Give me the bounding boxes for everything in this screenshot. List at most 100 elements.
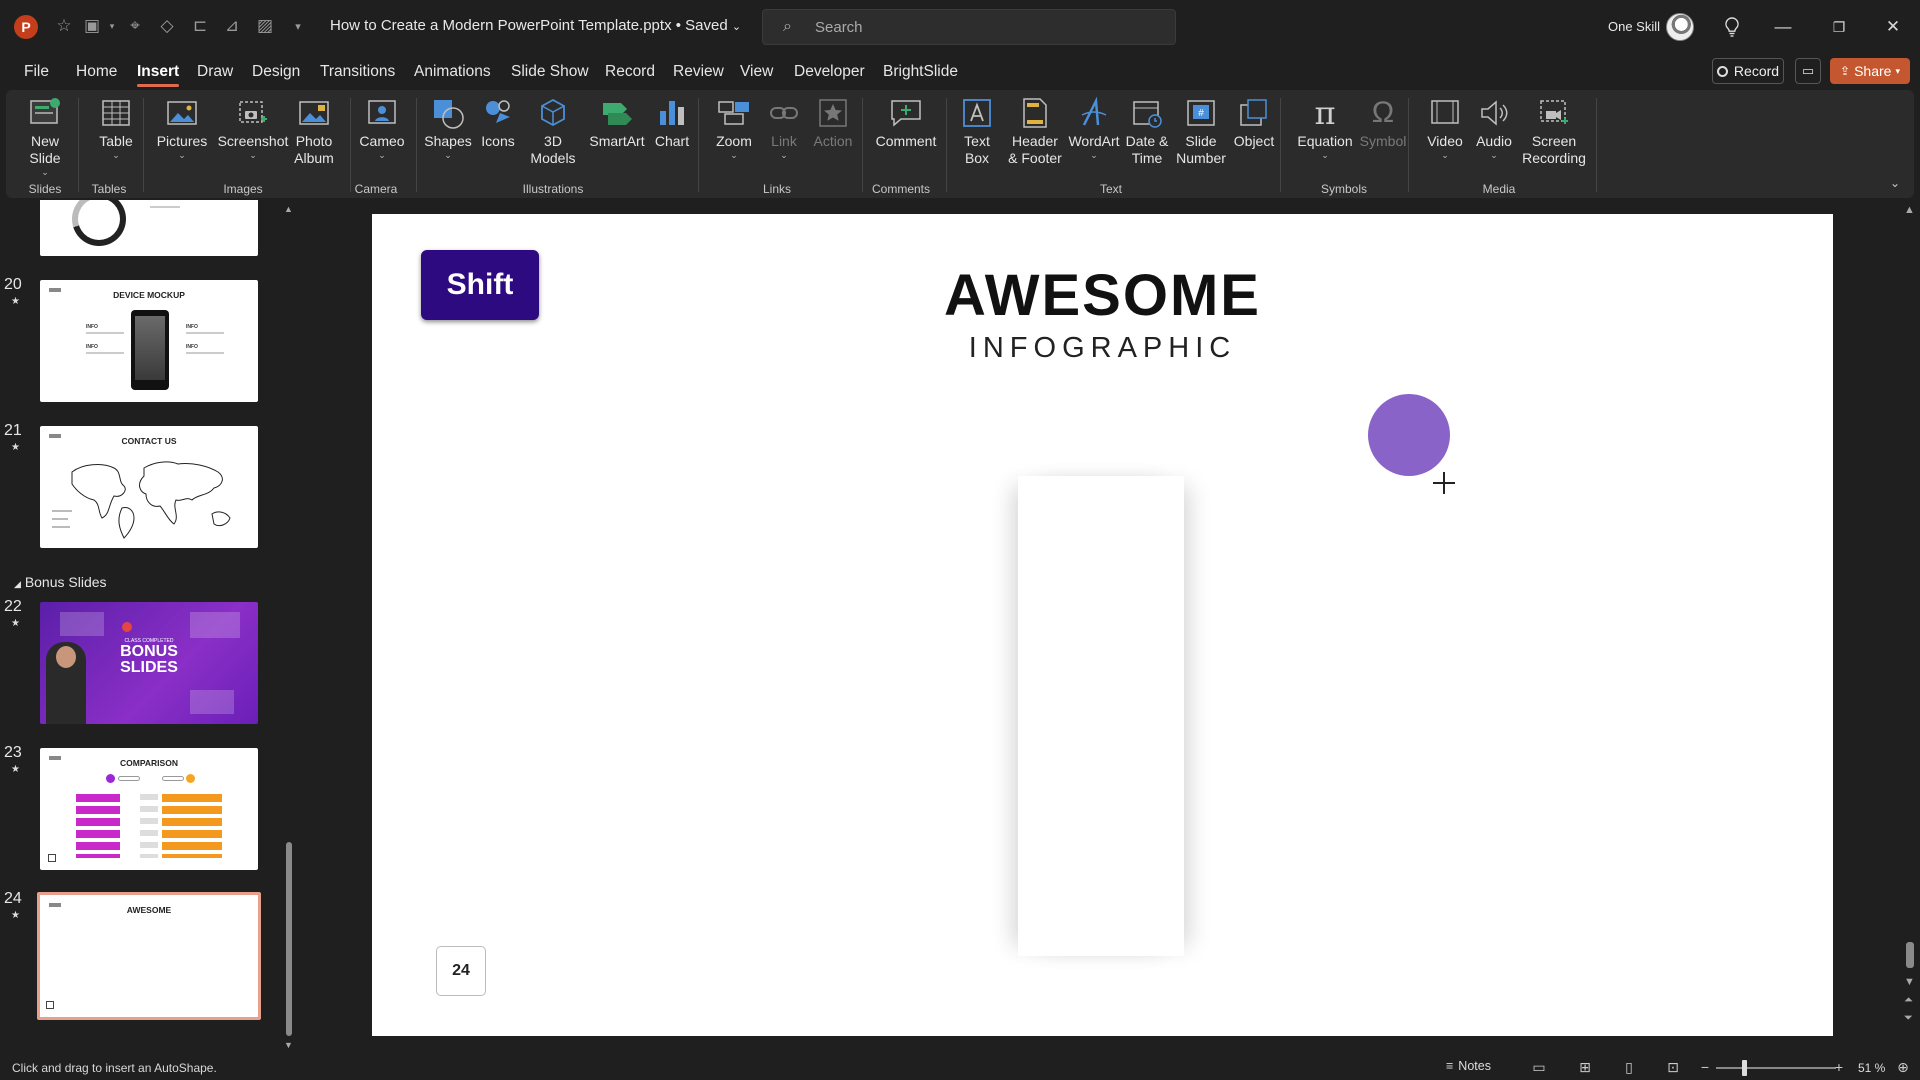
tab-design[interactable]: Design (252, 63, 300, 81)
scroll-down-icon[interactable]: ▼ (284, 1040, 293, 1050)
normal-view-icon[interactable]: ▭ (1530, 1059, 1548, 1075)
group-separator (946, 98, 947, 192)
new-slide-button[interactable]: New Slide ⌄ (20, 94, 70, 177)
autosave-icon[interactable]: ☆ (52, 14, 76, 38)
thumbnail-title: AWESOME (126, 905, 172, 915)
tab-brightslide[interactable]: BrightSlide (883, 63, 958, 81)
share-button[interactable]: ⇪ Share ▾ (1830, 58, 1910, 84)
slide-thumbnail-20[interactable]: DEVICE MOCKUP INFO INFO INFO INFO (40, 280, 258, 402)
zoom-slider-handle[interactable] (1742, 1060, 1747, 1076)
fit-to-window-icon[interactable]: ⊕ (1894, 1059, 1912, 1075)
photo-album-button[interactable]: Photo Album (282, 94, 346, 167)
reading-view-icon[interactable]: ▯ (1620, 1059, 1638, 1075)
center-column-shape[interactable] (1018, 476, 1184, 956)
slide-show-icon[interactable]: ⊡ (1664, 1059, 1682, 1075)
section-header-bonus-slides[interactable]: ◢ Bonus Slides (14, 574, 107, 590)
user-name[interactable]: One Skill (1608, 19, 1660, 34)
scroll-down-icon[interactable]: ▼ (1904, 976, 1915, 988)
tab-slide-show[interactable]: Slide Show (511, 63, 589, 81)
symbol-button[interactable]: Ω Symbol (1352, 94, 1414, 150)
scroll-up-icon[interactable]: ▲ (1904, 204, 1915, 216)
equation-button[interactable]: π Equation ⌄ (1290, 94, 1360, 160)
thumbnails-scrollbar-thumb[interactable] (286, 842, 292, 1036)
slide-number-24: 24 (4, 890, 22, 907)
action-button[interactable]: Action (806, 94, 860, 150)
tab-animations[interactable]: Animations (414, 63, 491, 81)
slide-thumbnail-24[interactable]: AWESOME (37, 892, 261, 1020)
comment-button[interactable]: Comment (870, 94, 942, 150)
pictures-button[interactable]: Pictures ⌄ (150, 94, 214, 160)
slide-title[interactable]: AWESOME (372, 262, 1833, 329)
notes-button[interactable]: ≡ Notes (1446, 1059, 1491, 1073)
3d-models-button[interactable]: 3D Models (518, 94, 588, 167)
record-button[interactable]: Record (1712, 58, 1784, 84)
cameo-button[interactable]: Cameo ⌄ (352, 94, 412, 160)
audio-label: Audio (1476, 133, 1512, 149)
slide-thumbnail-21[interactable]: CONTACT US (40, 426, 258, 548)
lightbulb-icon[interactable] (1717, 13, 1747, 41)
zoom-out-icon[interactable]: − (1696, 1059, 1714, 1075)
icons-button[interactable]: Icons (472, 94, 524, 150)
format-painter-icon[interactable]: ◇ (155, 14, 179, 38)
zoom-button[interactable]: Zoom ⌄ (706, 94, 762, 160)
search-input[interactable] (815, 16, 1155, 38)
image-icon[interactable]: ▨ (253, 14, 277, 38)
chevron-down-icon: ⌄ (112, 150, 120, 160)
save-dropdown-icon[interactable]: ▾ (100, 14, 124, 38)
video-button[interactable]: Video ⌄ (1420, 94, 1470, 160)
comments-button[interactable]: ▭ (1795, 58, 1821, 84)
link-button[interactable]: Link ⌄ (758, 94, 810, 160)
screen-recording-button[interactable]: Screen Recording (1514, 94, 1594, 167)
text-box-button[interactable]: Text Box (952, 94, 1002, 167)
slide-sorter-icon[interactable]: ⊞ (1576, 1059, 1594, 1075)
search-box[interactable]: ⌕ (762, 9, 1176, 45)
next-slide-icon[interactable]: ⏷ (1904, 1012, 1913, 1025)
minimize-icon[interactable]: — (1768, 13, 1798, 41)
customize-toolbar-icon[interactable]: ▾ (286, 14, 310, 38)
audio-button[interactable]: Audio ⌄ (1468, 94, 1520, 160)
chart-button[interactable]: Chart (644, 94, 700, 150)
editor-scrollbar-thumb[interactable] (1906, 942, 1914, 968)
close-icon[interactable]: ✕ (1878, 13, 1908, 41)
purple-circle-shape[interactable] (1368, 394, 1450, 476)
tab-home[interactable]: Home (76, 63, 117, 81)
slide-number-button[interactable]: # Slide Number (1172, 94, 1230, 167)
smartart-button[interactable]: SmartArt (582, 94, 652, 150)
collapse-section-icon: ◢ (14, 579, 21, 589)
document-title[interactable]: How to Create a Modern PowerPoint Templa… (330, 17, 741, 34)
object-button[interactable]: Object (1226, 94, 1282, 150)
wordart-button[interactable]: WordArt ⌄ (1062, 94, 1126, 160)
tab-draw[interactable]: Draw (197, 63, 233, 81)
previous-slide-icon[interactable]: ⏶ (1904, 994, 1913, 1007)
scroll-up-icon[interactable]: ▲ (284, 204, 293, 214)
avatar[interactable] (1666, 13, 1694, 41)
zoom-in-icon[interactable]: + (1830, 1059, 1848, 1075)
tab-transitions[interactable]: Transitions (320, 63, 395, 81)
tab-developer[interactable]: Developer (794, 63, 865, 81)
tab-view[interactable]: View (740, 63, 773, 81)
tab-insert[interactable]: Insert (137, 63, 180, 87)
date-time-button[interactable]: Date & Time (1118, 94, 1176, 167)
pin-icon[interactable]: ⌖ (123, 14, 147, 38)
slide-thumbnail-19[interactable] (40, 200, 258, 256)
thumb-line (52, 510, 72, 512)
zoom-level[interactable]: 51 % (1858, 1061, 1885, 1075)
slide-thumbnail-22[interactable]: CLASS COMPLETED BONUS SLIDES (40, 602, 258, 724)
crop-icon[interactable]: ⊿ (220, 14, 244, 38)
tab-record[interactable]: Record (605, 63, 655, 81)
chevron-down-icon: ⌄ (1090, 150, 1098, 160)
slide-thumbnail-23[interactable]: COMPARISON (40, 748, 258, 870)
slide-page-number[interactable]: 24 (436, 946, 486, 996)
tab-review[interactable]: Review (673, 63, 724, 81)
collapse-ribbon-icon[interactable]: ⌄ (1890, 176, 1900, 190)
shapes-button[interactable]: Shapes ⌄ (420, 94, 476, 160)
align-icon[interactable]: ⊏ (188, 14, 212, 38)
table-button[interactable]: Table ⌄ (88, 94, 144, 160)
zoom-slider[interactable] (1716, 1067, 1836, 1069)
tab-file[interactable]: File (24, 63, 49, 81)
header-footer-button[interactable]: Header & Footer (1000, 94, 1070, 167)
slide-canvas[interactable]: Shift AWESOME INFOGRAPHIC 24 (372, 214, 1833, 1036)
thumb-page-box (46, 1001, 54, 1009)
slide-subtitle[interactable]: INFOGRAPHIC (372, 332, 1833, 365)
restore-icon[interactable]: ❐ (1824, 13, 1854, 41)
